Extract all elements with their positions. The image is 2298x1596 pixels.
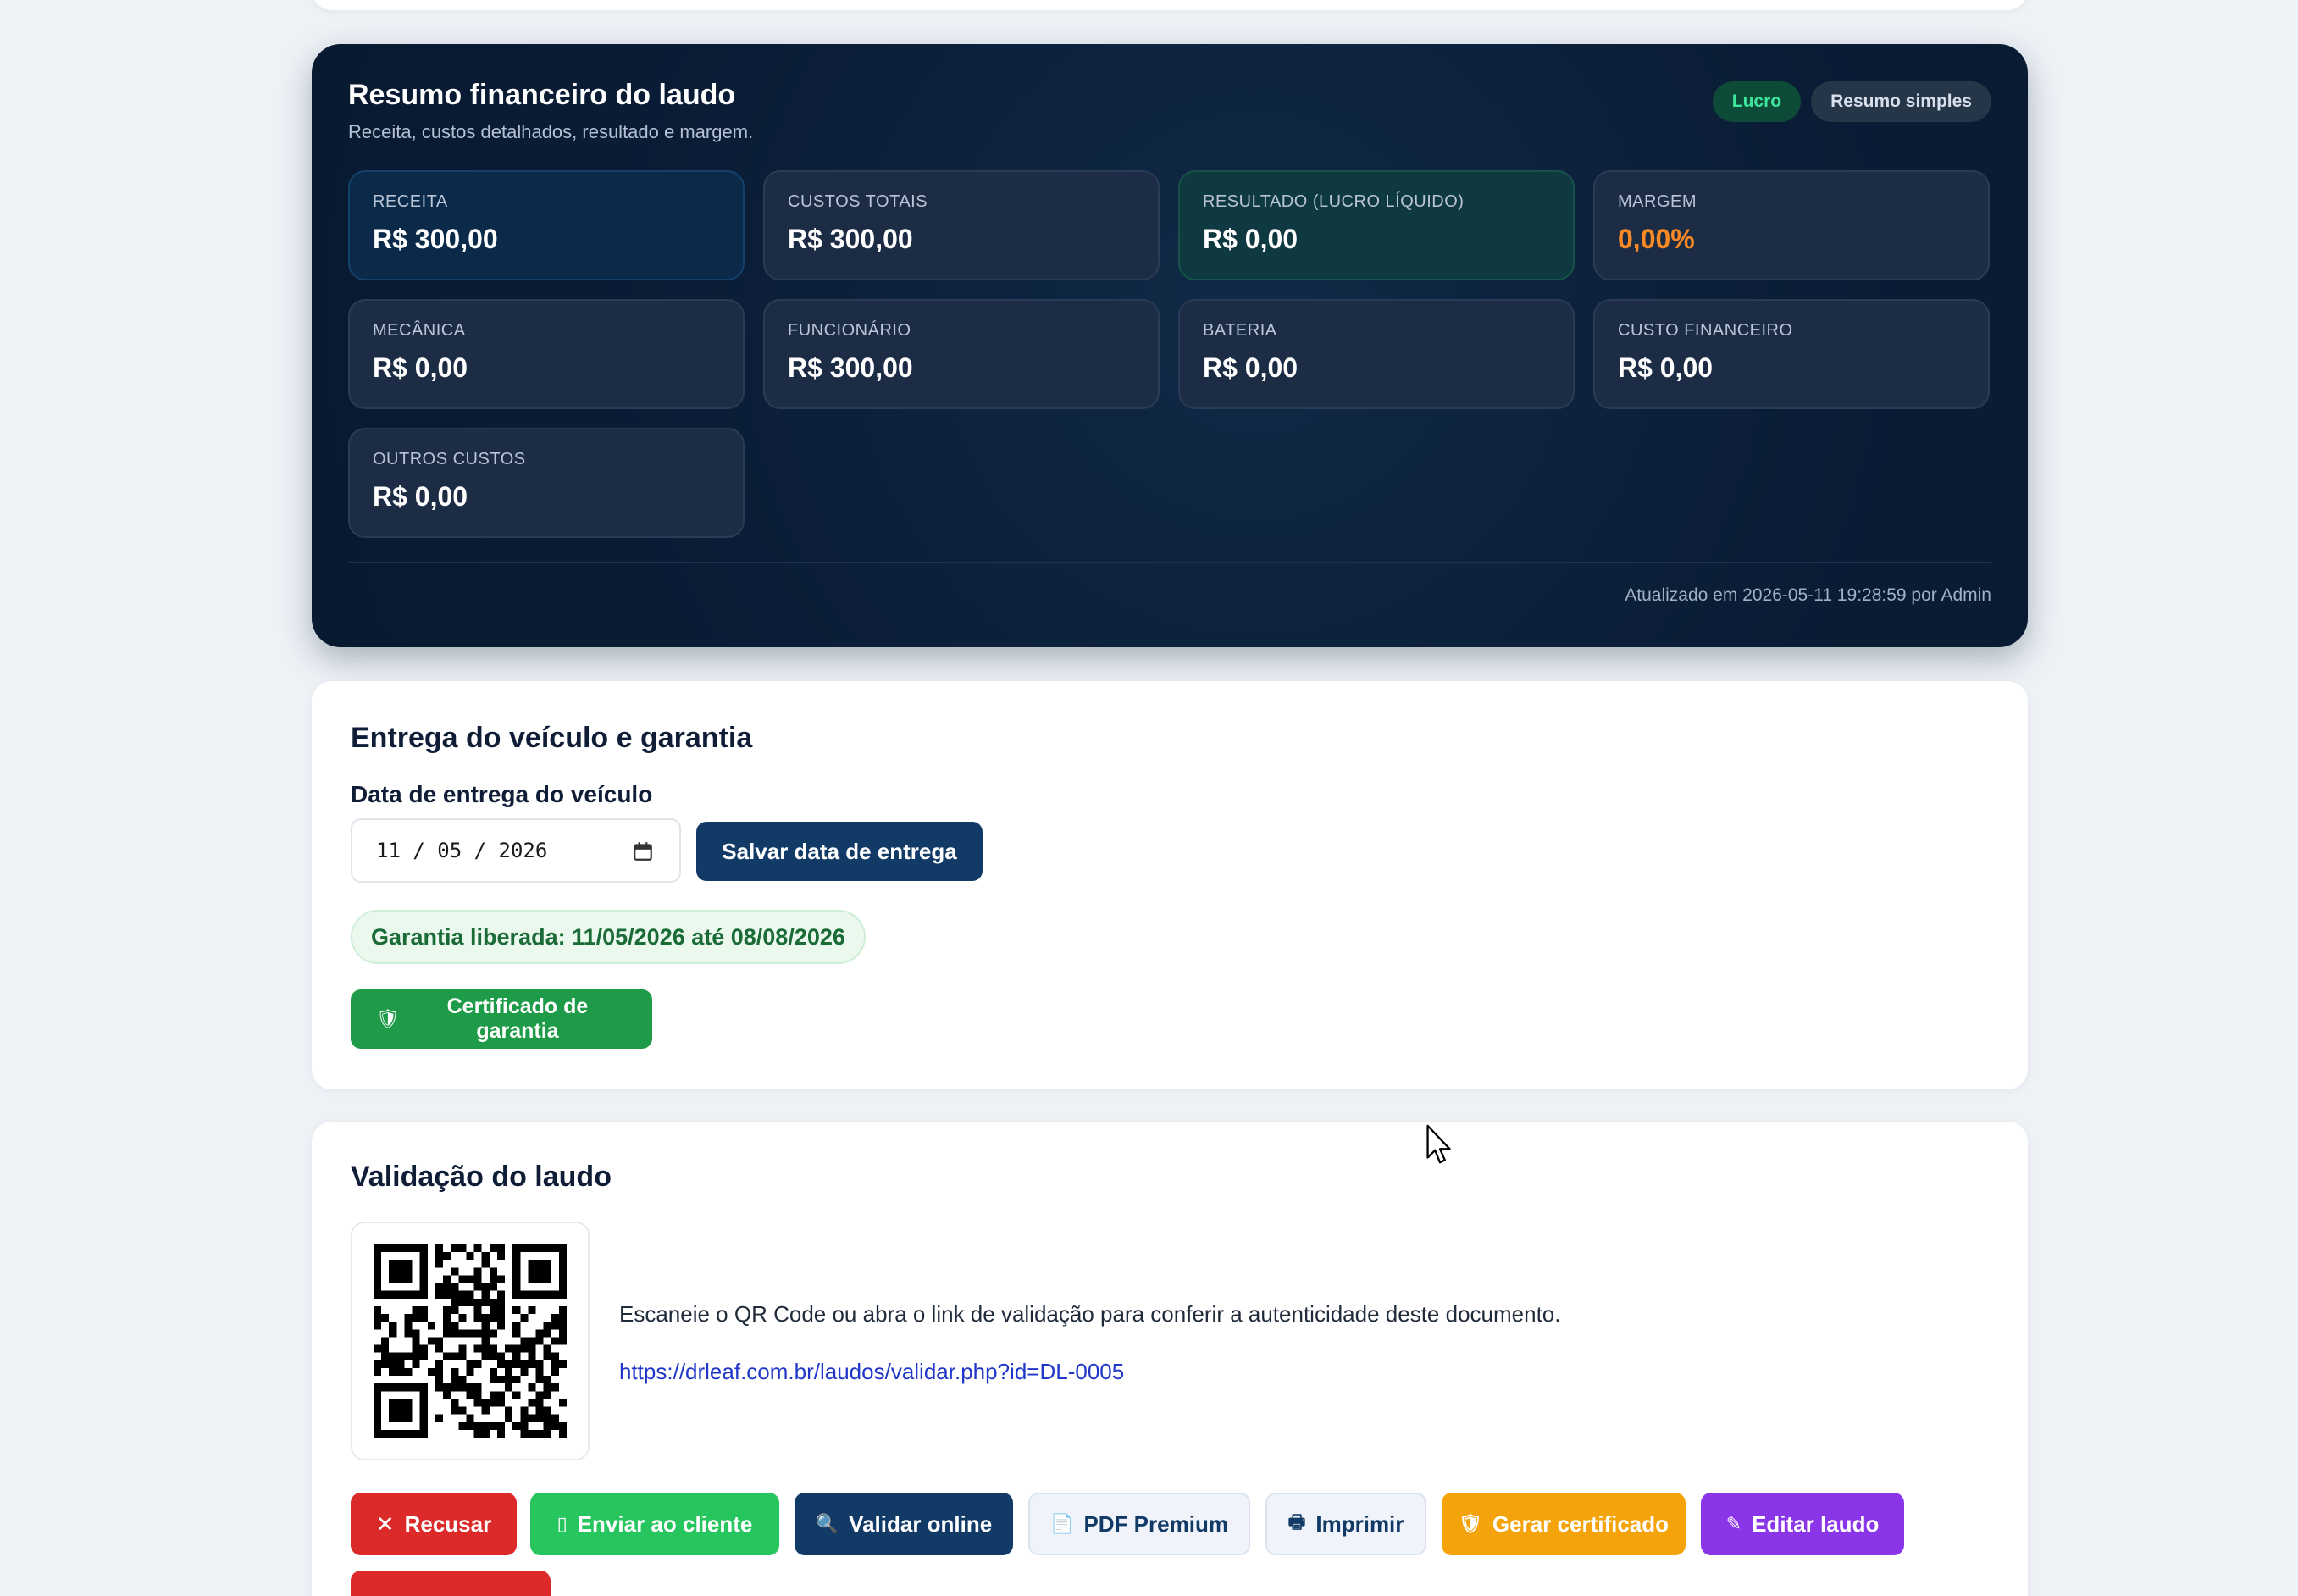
warranty-certificate-button[interactable]: 🛡 Certificado de garantia — [351, 989, 652, 1049]
financial-summary-subtitle: Receita, custos detalhados, resultado e … — [348, 121, 754, 143]
qr-code-image — [374, 1244, 567, 1438]
print-button[interactable]: 🖶 Imprimir — [1265, 1493, 1426, 1555]
tile-value: R$ 0,00 — [1203, 352, 1299, 384]
validation-title: Validação do laudo — [351, 1161, 612, 1193]
tile-financial-cost: CUSTO FINANCEIRO R$ 0,00 — [1593, 299, 1990, 410]
validate-online-button[interactable]: 🔍 Validar online — [795, 1493, 1013, 1555]
delete-report-button[interactable] — [351, 1571, 551, 1596]
print-label: Imprimir — [1315, 1510, 1404, 1537]
tile-label: RESULTADO (LUCRO LÍQUIDO) — [1203, 192, 1465, 212]
refuse-button[interactable]: ✕ Recusar — [351, 1493, 517, 1555]
financial-tiles-grid: RECEITA R$ 300,00 CUSTOS TOTAIS R$ 300,0… — [348, 170, 1991, 539]
save-delivery-date-button[interactable]: Salvar data de entrega — [696, 822, 983, 881]
shield-icon: 🛡 — [1458, 1513, 1482, 1534]
shield-icon: 🛡 — [376, 1008, 400, 1029]
tile-label: FUNCIONÁRIO — [788, 321, 911, 341]
generate-label: Gerar certificado — [1492, 1510, 1670, 1537]
pdf-label: PDF Premium — [1083, 1510, 1228, 1537]
tile-net-result: RESULTADO (LUCRO LÍQUIDO) R$ 0,00 — [1178, 170, 1575, 281]
tile-label: MECÂNICA — [373, 321, 466, 341]
search-icon: 🔍 — [815, 1513, 839, 1534]
tile-label: MARGEM — [1618, 192, 1697, 212]
delivery-warranty-card: Entrega do veículo e garantia Data de en… — [312, 681, 2028, 1089]
tile-label: RECEITA — [373, 192, 448, 212]
send-label: Enviar ao cliente — [577, 1510, 753, 1537]
tile-value: R$ 0,00 — [373, 481, 468, 513]
warranty-status-badge: Garantia liberada: 11/05/2026 até 08/08/… — [351, 910, 866, 964]
simple-summary-toggle[interactable]: Resumo simples — [1811, 81, 1991, 122]
tile-employee: FUNCIONÁRIO R$ 300,00 — [763, 299, 1160, 410]
tile-revenue: RECEITA R$ 300,00 — [348, 170, 745, 281]
tile-battery: BATERIA R$ 0,00 — [1178, 299, 1575, 410]
delivery-date-value: 11 / 05 / 2026 — [376, 839, 548, 862]
tile-value: R$ 300,00 — [373, 224, 498, 255]
pdf-premium-button[interactable]: 📄 PDF Premium — [1028, 1493, 1250, 1555]
tile-value: R$ 300,00 — [788, 352, 913, 384]
close-icon: ✕ — [375, 1510, 395, 1537]
tile-margin: MARGEM 0,00% — [1593, 170, 1990, 281]
phone-icon: ▯ — [557, 1513, 568, 1534]
tile-total-costs: CUSTOS TOTAIS R$ 300,00 — [763, 170, 1160, 281]
tile-mechanics: MECÂNICA R$ 0,00 — [348, 299, 745, 410]
send-to-client-button[interactable]: ▯ Enviar ao cliente — [530, 1493, 779, 1555]
printer-icon: 🖶 — [1287, 1511, 1306, 1532]
tile-value: R$ 0,00 — [373, 352, 468, 384]
validation-card: Validação do laudo Escaneie o QR Code ou… — [312, 1122, 2028, 1596]
financial-badges: Lucro Resumo simples — [1712, 81, 1991, 122]
tile-label: BATERIA — [1203, 321, 1277, 341]
tile-value: R$ 300,00 — [788, 224, 913, 255]
delivery-title: Entrega do veículo e garantia — [351, 722, 753, 754]
financial-summary-panel: Resumo financeiro do laudo Receita, cust… — [312, 44, 2028, 647]
previous-section-card — [312, 0, 2028, 10]
tile-value: R$ 0,00 — [1203, 224, 1299, 255]
tile-label: CUSTO FINANCEIRO — [1618, 321, 1793, 341]
tile-label: OUTROS CUSTOS — [373, 450, 526, 469]
delivery-date-input[interactable]: 11 / 05 / 2026 — [351, 818, 681, 883]
tile-value: R$ 0,00 — [1618, 352, 1714, 384]
edit-report-button[interactable]: ✎ Editar laudo — [1701, 1493, 1904, 1555]
validate-label: Validar online — [849, 1510, 993, 1537]
document-icon: 📄 — [1050, 1513, 1074, 1534]
generate-certificate-button[interactable]: 🛡 Gerar certificado — [1442, 1493, 1686, 1555]
validation-link[interactable]: https://drleaf.com.br/laudos/validar.php… — [619, 1359, 1124, 1385]
profit-status-badge: Lucro — [1712, 81, 1802, 122]
tile-other-costs: OUTROS CUSTOS R$ 0,00 — [348, 428, 745, 539]
pencil-icon: ✎ — [1725, 1513, 1742, 1534]
warranty-certificate-label: Certificado de garantia — [446, 995, 589, 1043]
calendar-icon[interactable] — [632, 840, 654, 862]
delivery-date-label: Data de entrega do veículo — [351, 781, 653, 807]
last-updated-text: Atualizado em 2026-05-11 19:28:59 por Ad… — [1625, 585, 1991, 606]
refuse-label: Recusar — [404, 1510, 492, 1537]
mouse-cursor-icon — [1426, 1124, 1451, 1164]
qr-code — [351, 1222, 590, 1460]
tile-value: 0,00% — [1618, 224, 1695, 255]
divider — [348, 562, 1991, 564]
validation-description: Escaneie o QR Code ou abra o link de val… — [619, 1301, 1561, 1327]
tile-label: CUSTOS TOTAIS — [788, 192, 928, 212]
edit-label: Editar laudo — [1752, 1510, 1880, 1537]
